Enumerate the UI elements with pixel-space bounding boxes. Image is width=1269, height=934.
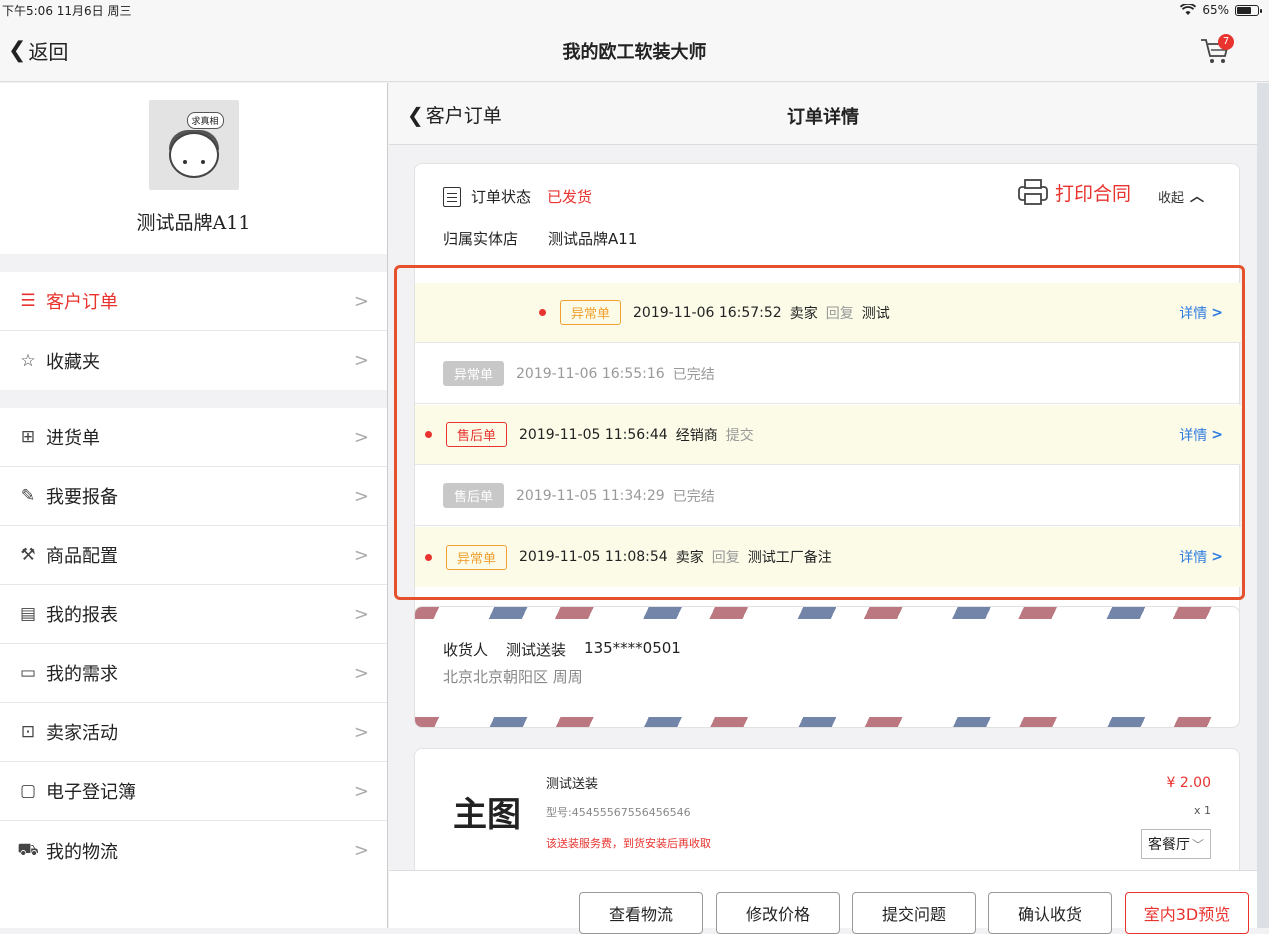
sidebar-item-favorites[interactable]: ☆ 收藏夹 >: [0, 331, 387, 390]
sidebar-item-label: 电子登记簿: [46, 782, 136, 803]
bottom-action-bar: 查看物流 修改价格 提交问题 确认收货 室内3D预览: [389, 870, 1257, 934]
collapse-label: 收起: [1158, 190, 1185, 206]
sidebar-item-label: 我要报备: [46, 487, 118, 508]
sidebar-item-report-filing[interactable]: ✎ 我要报备 >: [0, 467, 387, 526]
sidebar-item-my-reports[interactable]: ▤ 我的报表 >: [0, 585, 387, 644]
room-select[interactable]: 客餐厅 ﹀: [1140, 829, 1211, 859]
star-icon: ☆: [20, 350, 36, 371]
chevron-right-icon: >: [353, 350, 369, 371]
chevron-up-icon: ︿: [1190, 189, 1205, 205]
highlight-box: [394, 265, 1245, 600]
collapse-toggle[interactable]: 收起 ︿: [1158, 186, 1204, 206]
menu-group-orders: ☰ 客户订单 > ☆ 收藏夹 >: [0, 272, 387, 408]
back-label: 返回: [28, 40, 69, 64]
sub-nav-bar: ❮ 客户订单 订单详情: [389, 83, 1257, 145]
background-window-edge: [1257, 83, 1269, 928]
truck-icon: ⛟: [17, 839, 39, 860]
product-note: 该送装服务费，到货安装后再收取: [546, 837, 711, 850]
address-card: 收货人 测试送装 135****0501 北京北京朝阳区 周周: [414, 606, 1240, 728]
sidebar-item-registry[interactable]: ▢ 电子登记簿 >: [0, 762, 387, 821]
cart-button[interactable]: 7: [1198, 32, 1238, 68]
chevron-right-icon: >: [353, 603, 369, 625]
product-name: 测试送装: [546, 777, 599, 792]
sidebar-item-logistics[interactable]: ⛟ 我的物流 >: [0, 821, 387, 880]
receiver-address: 北京北京朝阳区 周周: [443, 668, 583, 686]
receiver-label: 收货人: [443, 641, 489, 659]
order-status-header: 订单状态 已发货 归属实体店 测试品牌A11 打印合同 收起 ︿: [415, 164, 1239, 264]
order-detail-panel: ❮ 客户订单 订单详情 订单状态 已发货 归属实体店 测试品牌A11 打印合同 …: [389, 83, 1257, 928]
store-value: 测试品牌A11: [548, 230, 638, 248]
product-model: 型号:45455567556456546: [546, 806, 691, 819]
chevron-right-icon: >: [353, 426, 369, 448]
sidebar-item-label: 商品配置: [46, 546, 118, 567]
sidebar-item-customer-orders[interactable]: ☰ 客户订单 >: [0, 272, 387, 331]
app-title: 我的欧工软装大师: [562, 42, 707, 63]
status-time: 下午5:06 11月6日 周三: [2, 3, 132, 18]
chevron-right-icon: >: [353, 780, 369, 802]
status-bar: 下午5:06 11月6日 周三 65%: [0, 0, 1269, 20]
room-value: 客餐厅: [1147, 837, 1190, 853]
stock-icon: ⊞: [20, 427, 36, 447]
store-label: 归属实体店: [443, 230, 519, 248]
sidebar-item-product-config[interactable]: ⚒ 商品配置 >: [0, 526, 387, 585]
sidebar-item-label: 进货单: [46, 428, 100, 449]
sidebar-item-my-needs[interactable]: ▭ 我的需求 >: [0, 644, 387, 703]
avatar[interactable]: 求真相: [148, 100, 239, 190]
printer-icon: [1018, 179, 1048, 205]
sidebar-item-label: 客户订单: [46, 292, 118, 313]
edit-doc-icon: ✎: [20, 486, 36, 506]
cart-badge: 7: [1218, 34, 1234, 50]
battery-percent: 65%: [1202, 3, 1229, 17]
airmail-border: [415, 717, 1239, 727]
list-icon: ☰: [20, 291, 36, 311]
sidebar-item-label: 我的报表: [46, 605, 118, 626]
chevron-down-icon: ﹀: [1191, 837, 1204, 852]
activity-icon: ⊡: [20, 722, 36, 742]
product-qty: x 1: [1193, 804, 1211, 817]
brand-name: 测试品牌A11: [136, 212, 251, 234]
receiver-name: 测试送装: [506, 641, 567, 659]
chat-icon: ▭: [19, 663, 37, 683]
chevron-right-icon: >: [353, 290, 369, 312]
airmail-border: [415, 607, 1239, 619]
chevron-right-icon: >: [353, 544, 369, 566]
sidebar-item-label: 我的物流: [46, 841, 118, 863]
report-icon: ▤: [19, 604, 37, 624]
chevron-right-icon: >: [353, 840, 369, 861]
back-button[interactable]: ❮ 返回: [8, 36, 68, 65]
chevron-right-icon: >: [353, 721, 369, 743]
menu-group-tools: ⊞ 进货单 > ✎ 我要报备 > ⚒ 商品配置 > ▤ 我的报表 > ▭ 我的需…: [0, 408, 387, 880]
profile-section: 求真相 测试品牌A11: [0, 100, 387, 272]
wifi-icon: [1180, 4, 1197, 15]
sidebar-item-label: 收藏夹: [46, 351, 100, 373]
page-title: 订单详情: [787, 107, 859, 128]
sidebar-item-label: 我的需求: [46, 664, 118, 685]
wallet-icon: ▢: [19, 781, 37, 801]
sidebar-item-stock[interactable]: ⊞ 进货单 >: [0, 408, 387, 467]
top-nav-bar: ❮ 返回 我的欧工软装大师 7: [0, 20, 1269, 82]
document-icon: [443, 186, 461, 207]
status-value: 已发货: [547, 188, 593, 206]
sidebar: 求真相 测试品牌A11 ☰ 客户订单 > ☆ 收藏夹 > ⊞ 进货单 > ✎ 我…: [0, 83, 388, 928]
print-contract-button[interactable]: 打印合同: [1017, 178, 1131, 206]
avatar-bubble: 求真相: [186, 112, 224, 129]
chevron-right-icon: >: [353, 485, 369, 507]
sidebar-item-label: 卖家活动: [46, 723, 118, 744]
product-image-placeholder[interactable]: 主图: [453, 787, 521, 836]
chevron-left-icon: ❮: [8, 38, 27, 63]
battery-icon: [1235, 4, 1262, 16]
status-label: 订单状态: [471, 188, 532, 206]
chevron-right-icon: >: [353, 662, 369, 684]
receiver-phone: 135****0501: [584, 639, 681, 657]
print-label: 打印合同: [1055, 182, 1132, 205]
wrench-icon: ⚒: [20, 545, 36, 565]
sidebar-item-seller-activity[interactable]: ⊡ 卖家活动 >: [0, 703, 387, 762]
product-price: ¥ 2.00: [1166, 775, 1211, 791]
